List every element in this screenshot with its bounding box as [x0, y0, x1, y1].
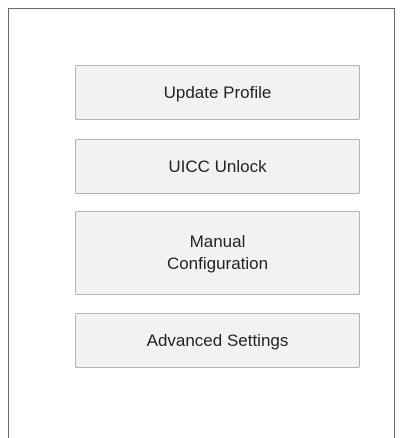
advanced-settings-button[interactable]: Advanced Settings: [75, 313, 360, 368]
update-profile-button[interactable]: Update Profile: [75, 65, 360, 120]
manual-configuration-button[interactable]: Manual Configuration: [75, 211, 360, 295]
settings-panel: Update Profile UICC Unlock Manual Config…: [8, 8, 395, 438]
uicc-unlock-button[interactable]: UICC Unlock: [75, 139, 360, 194]
